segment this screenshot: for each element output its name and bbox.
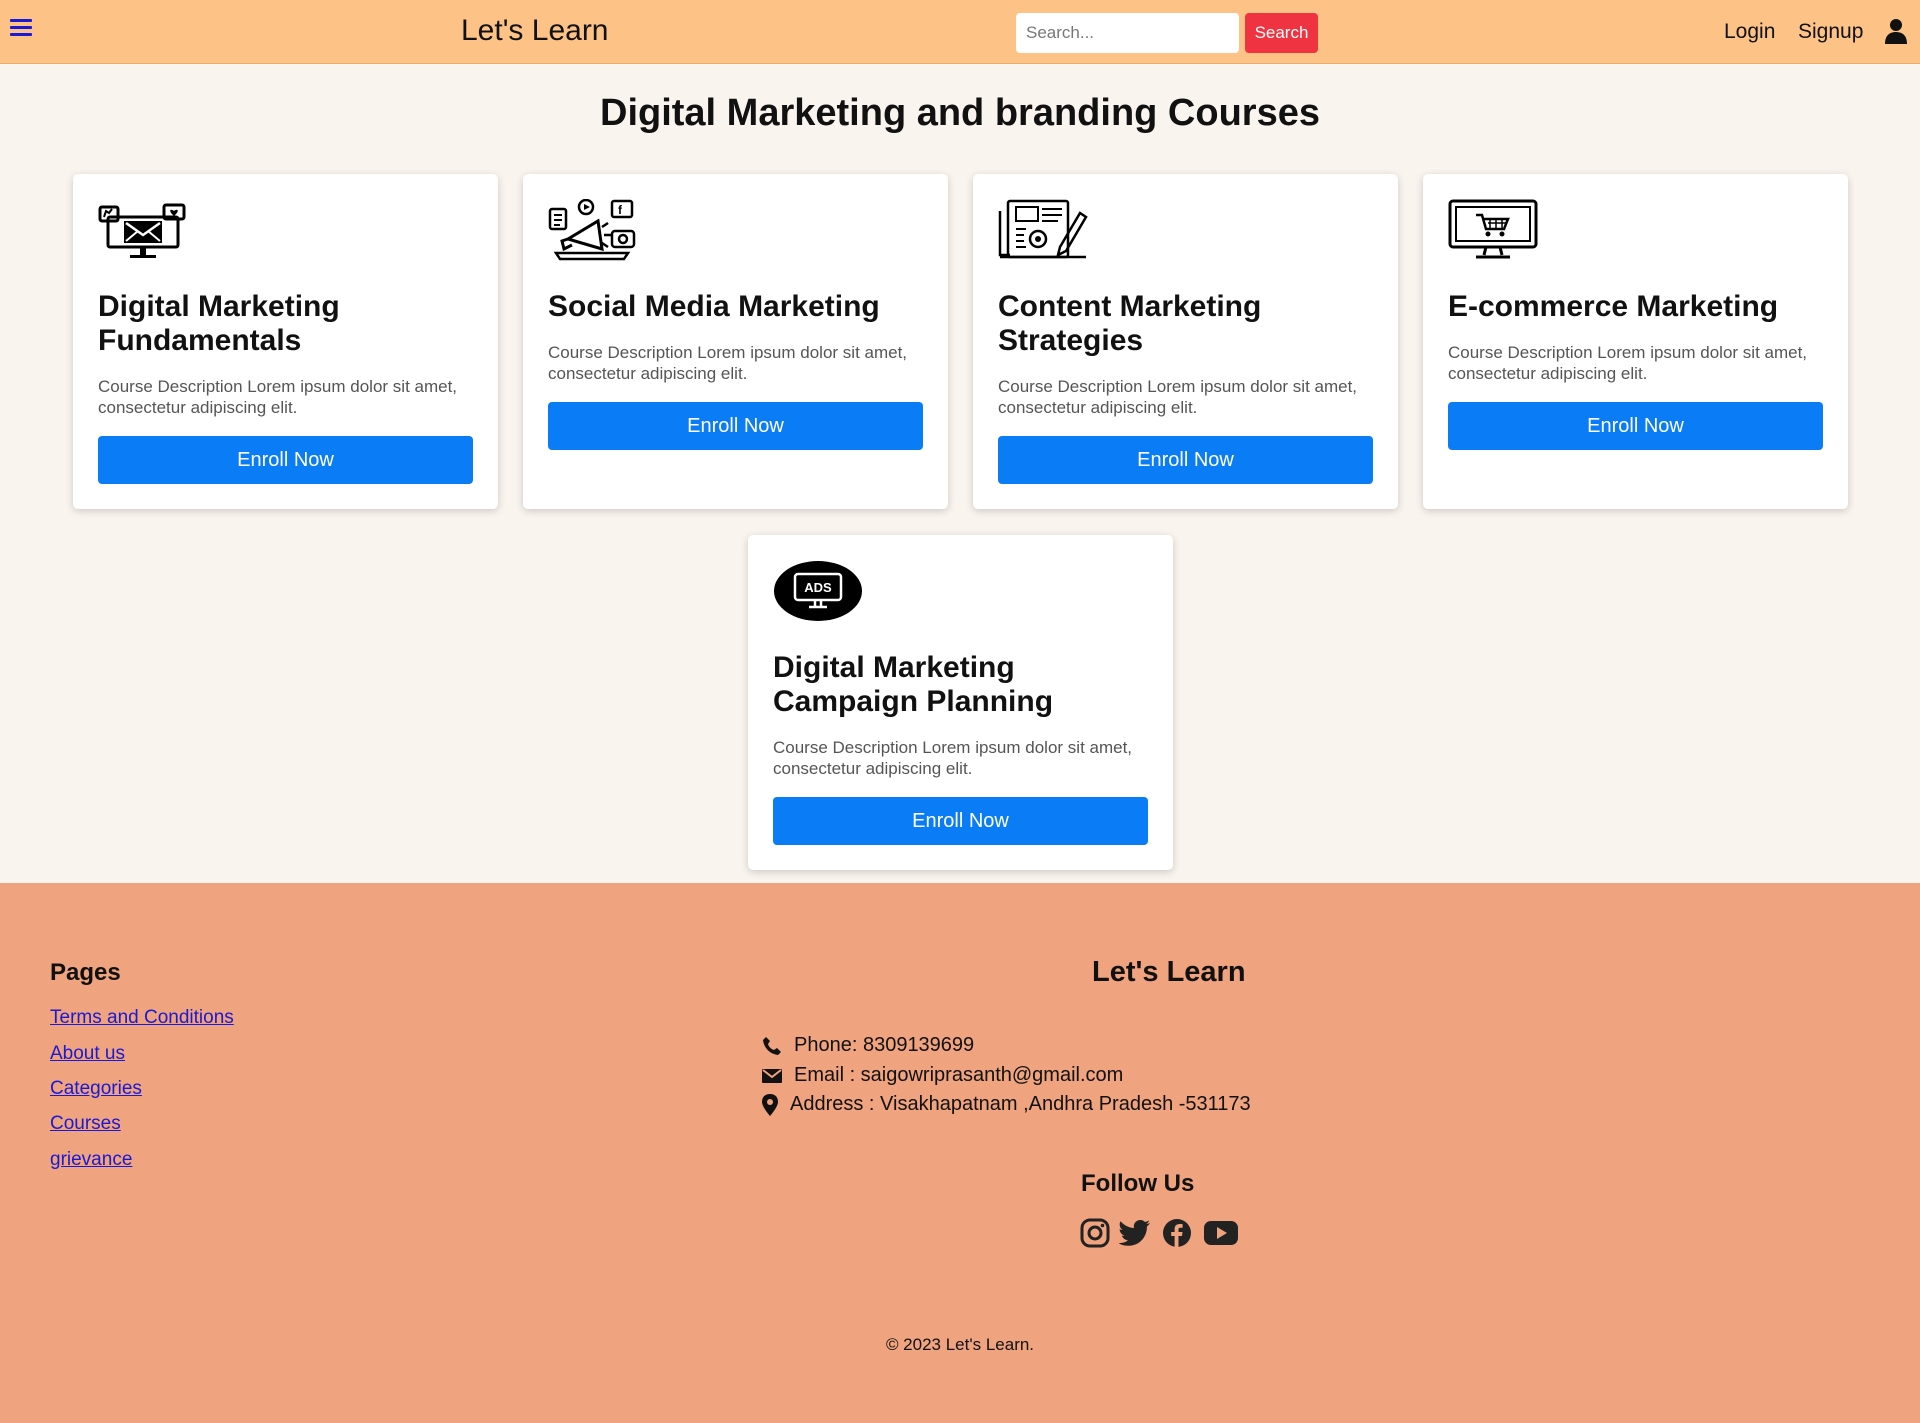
hamburger-menu-icon[interactable] bbox=[10, 19, 32, 41]
enroll-now-button[interactable]: Enroll Now bbox=[548, 402, 923, 450]
phone-icon bbox=[763, 1036, 781, 1055]
follow-us-title: Follow Us bbox=[1081, 1170, 1195, 1197]
megaphone-social-icon: f bbox=[548, 198, 636, 261]
signup-link[interactable]: Signup bbox=[1798, 20, 1863, 44]
footer-brand: Let's Learn bbox=[1092, 956, 1246, 988]
course-title: Digital Marketing Campaign Planning bbox=[773, 651, 1054, 718]
footer: Pages Terms and Conditions About us Cate… bbox=[0, 883, 1920, 1423]
svg-text:f: f bbox=[618, 203, 623, 217]
address-text: Address : Visakhapatnam ,Andhra Pradesh … bbox=[790, 1093, 1251, 1115]
contact-address: Address : Visakhapatnam ,Andhra Pradesh … bbox=[762, 1093, 1251, 1116]
enroll-now-button[interactable]: Enroll Now bbox=[1448, 402, 1823, 450]
youtube-icon[interactable] bbox=[1204, 1218, 1238, 1248]
courses-link[interactable]: Courses bbox=[50, 1113, 121, 1135]
grievance-link[interactable]: grievance bbox=[50, 1149, 132, 1171]
course-card: Content Marketing Strategies Course Desc… bbox=[973, 174, 1398, 509]
course-card: E-commerce Marketing Course Description … bbox=[1423, 174, 1848, 509]
user-icon[interactable] bbox=[1884, 18, 1908, 44]
map-pin-icon bbox=[762, 1093, 778, 1116]
envelope-icon bbox=[762, 1068, 782, 1083]
course-description: Course Description Lorem ipsum dolor sit… bbox=[98, 377, 458, 417]
enroll-now-button[interactable]: Enroll Now bbox=[773, 797, 1148, 845]
page-title: Digital Marketing and branding Courses bbox=[600, 92, 1320, 134]
course-description: Course Description Lorem ipsum dolor sit… bbox=[1448, 343, 1808, 383]
course-card: f Social Media Marketing Course Descript… bbox=[523, 174, 948, 509]
phone-text: Phone: 8309139699 bbox=[794, 1034, 975, 1056]
login-link[interactable]: Login bbox=[1724, 20, 1775, 44]
brand-title[interactable]: Let's Learn bbox=[461, 14, 609, 48]
course-title: Digital Marketing Fundamentals bbox=[98, 290, 340, 357]
facebook-icon[interactable] bbox=[1162, 1218, 1192, 1248]
shopping-cart-monitor-icon bbox=[1448, 199, 1538, 259]
copyright-text: © 2023 Let's Learn. bbox=[885, 1335, 1035, 1354]
ads-monitor-icon: ADS bbox=[774, 561, 862, 621]
enroll-now-button[interactable]: Enroll Now bbox=[98, 436, 473, 484]
contact-email: Email : saigowriprasanth@gmail.com bbox=[762, 1064, 1123, 1087]
content-document-icon bbox=[998, 199, 1088, 259]
twitter-icon[interactable] bbox=[1119, 1218, 1151, 1248]
footer-pages-title: Pages bbox=[50, 959, 121, 986]
digital-marketing-monitor-icon bbox=[98, 203, 186, 258]
categories-link[interactable]: Categories bbox=[50, 1078, 142, 1100]
course-description: Course Description Lorem ipsum dolor sit… bbox=[998, 377, 1358, 417]
terms-link[interactable]: Terms and Conditions bbox=[50, 1007, 234, 1029]
course-description: Course Description Lorem ipsum dolor sit… bbox=[773, 738, 1133, 778]
course-card: Digital Marketing Fundamentals Course De… bbox=[73, 174, 498, 509]
navbar: Let's Learn Search Login Signup bbox=[0, 0, 1920, 64]
course-title: E-commerce Marketing bbox=[1448, 290, 1779, 323]
course-title: Social Media Marketing bbox=[548, 290, 880, 323]
course-card: ADS Digital Marketing Campaign Planning … bbox=[748, 535, 1173, 870]
search-button[interactable]: Search bbox=[1245, 13, 1318, 53]
course-description: Course Description Lorem ipsum dolor sit… bbox=[548, 343, 908, 383]
course-title: Content Marketing Strategies bbox=[998, 290, 1262, 357]
email-text: Email : saigowriprasanth@gmail.com bbox=[794, 1064, 1124, 1086]
contact-phone: Phone: 8309139699 bbox=[762, 1034, 974, 1057]
svg-text:ADS: ADS bbox=[804, 580, 832, 595]
enroll-now-button[interactable]: Enroll Now bbox=[998, 436, 1373, 484]
about-us-link[interactable]: About us bbox=[50, 1043, 125, 1065]
instagram-icon[interactable] bbox=[1080, 1218, 1110, 1248]
search-input[interactable] bbox=[1016, 13, 1239, 53]
